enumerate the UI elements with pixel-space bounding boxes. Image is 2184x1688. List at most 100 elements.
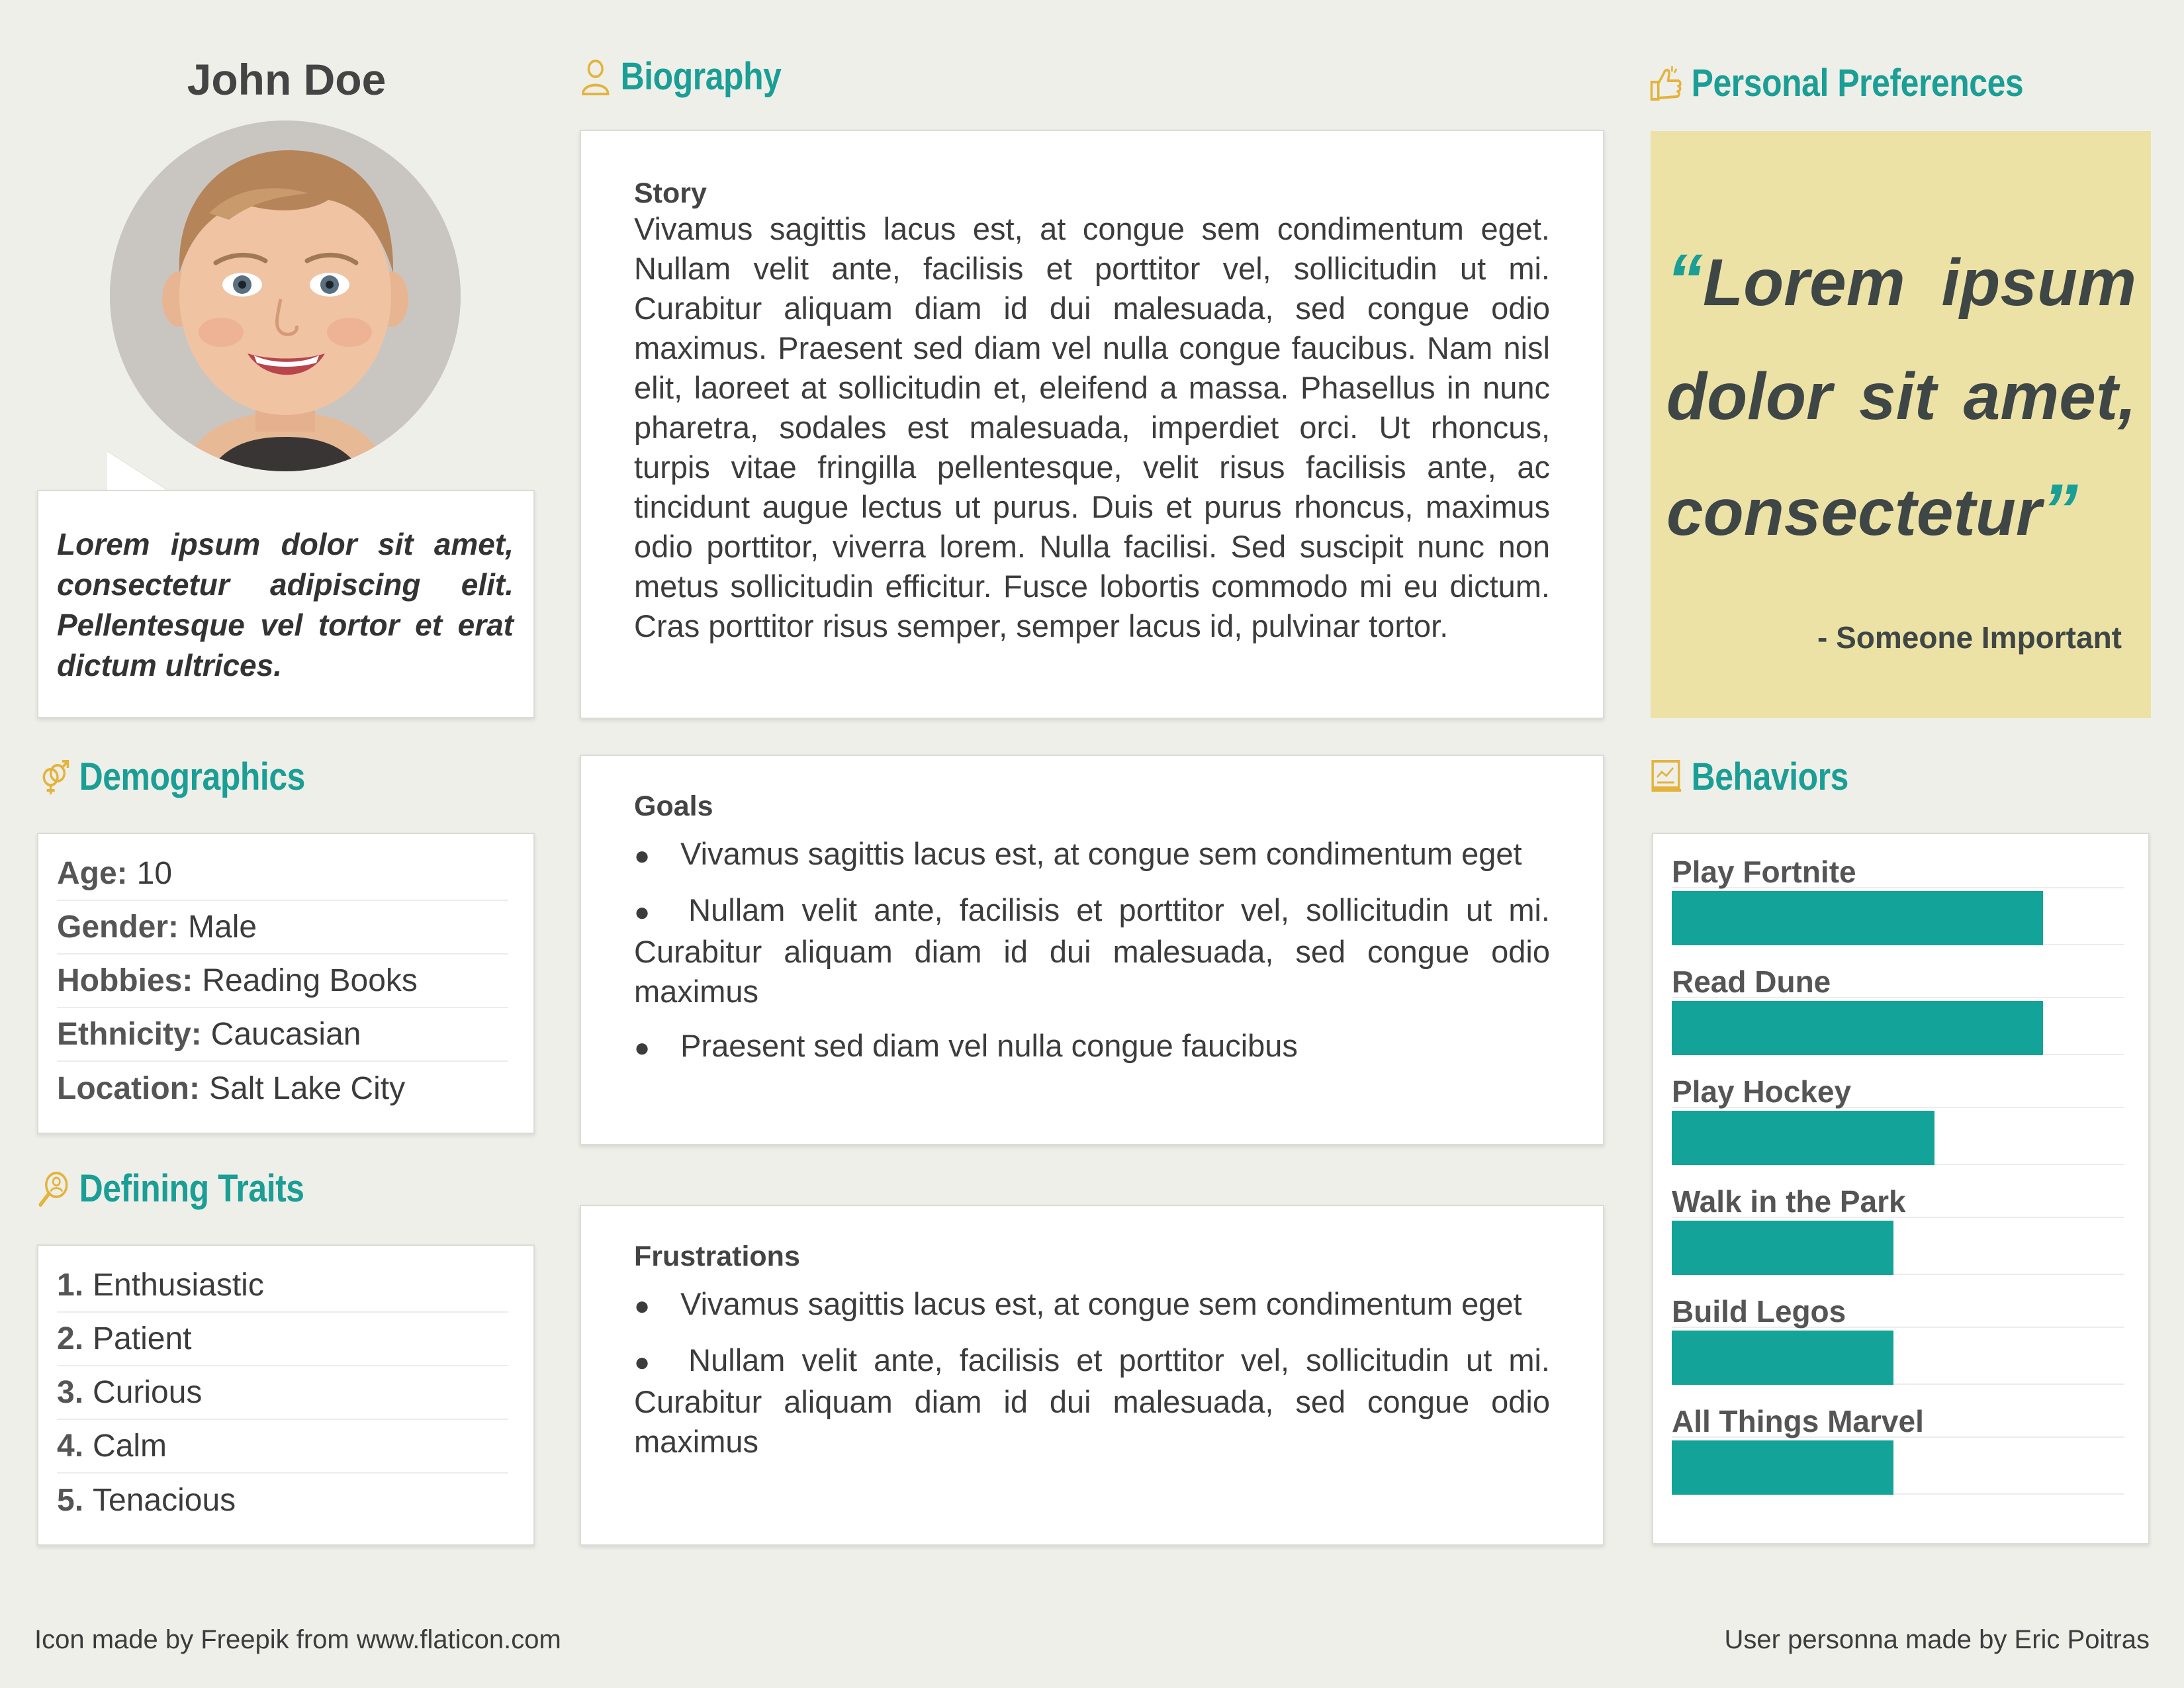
- row-key: Hobbies:: [57, 963, 193, 998]
- row-key: Age:: [57, 856, 128, 891]
- bullet-dot: ●: [634, 898, 659, 927]
- behavior-bar: [1672, 1001, 2043, 1055]
- demographics-card: Age: 10 Gender: Male Hobbies: Reading Books…: [37, 833, 535, 1134]
- behavior-item: Play Hockey: [1672, 1074, 2124, 1184]
- traits-card: 1. Enthusiastic 2. Patient 3. Curious 4. Cal…: [37, 1244, 535, 1546]
- persona-tagline: Lorem ipsum dolor sit amet, consectetur …: [57, 527, 514, 682]
- footer-credit-author: User personna made by Eric Poitras: [1724, 1625, 2150, 1654]
- biography-title: Biography: [620, 55, 782, 98]
- goal-text: Praesent sed diam vel nulla congue fauci…: [680, 1028, 1298, 1063]
- row-key: Gender:: [57, 910, 179, 945]
- story-card: Story Vivamus sagittis lacus est, at con…: [580, 130, 1604, 719]
- trait-number: 5.: [57, 1483, 84, 1518]
- behavior-label: Play Fortnite: [1672, 854, 2124, 889]
- goals-list: ● Vivamus sagittis lacus est, at congue s…: [634, 834, 1550, 1082]
- row-key: Location:: [57, 1071, 200, 1106]
- goal-item: ● Vivamus sagittis lacus est, at congue s…: [634, 834, 1550, 876]
- persona-tagline-bubble: Lorem ipsum dolor sit amet, consectetur …: [37, 490, 535, 718]
- thumbs-up-icon: [1650, 66, 1682, 101]
- user-icon: [582, 59, 610, 95]
- trait-value: Tenacious: [93, 1483, 236, 1518]
- trait-number: 3.: [57, 1375, 84, 1410]
- preferences-heading: Personal Preferences: [1649, 61, 2024, 105]
- behavior-bar: [1672, 891, 2043, 945]
- trait-value: Calm: [93, 1429, 167, 1464]
- behavior-item: Walk in the Park: [1672, 1184, 2124, 1293]
- behavior-bar: [1672, 1221, 1894, 1275]
- behavior-track: [1672, 891, 2124, 945]
- goals-card: Goals ● Vivamus sagittis lacus est, at co…: [580, 755, 1604, 1145]
- behavior-label: Play Hockey: [1672, 1074, 2124, 1109]
- frustrations-list: ● Vivamus sagittis lacus est, at congue s…: [634, 1284, 1550, 1476]
- trait-item: 1. Enthusiastic: [57, 1259, 508, 1313]
- frustrations-card: Frustrations ● Vivamus sagittis lacus est…: [580, 1205, 1604, 1546]
- behaviors-heading: Behaviors: [1649, 755, 1848, 799]
- behavior-bar: [1672, 1111, 1934, 1165]
- frustration-text: Vivamus sagittis lacus est, at congue se…: [680, 1286, 1522, 1321]
- bullet-dot: ●: [634, 1291, 651, 1321]
- avatar: [110, 120, 461, 471]
- trait-value: Enthusiastic: [93, 1268, 264, 1303]
- goal-text: Nullam velit ante, facilisis et porttito…: [634, 892, 1550, 1009]
- open-quote-mark: “: [1666, 240, 1703, 321]
- gender-icon: [42, 759, 69, 794]
- behavior-bar: [1672, 1331, 1894, 1385]
- bullet-dot: ●: [634, 1348, 659, 1377]
- story-text: Vivamus sagittis lacus est, at congue se…: [634, 211, 1550, 643]
- frustration-item: ● Nullam velit ante, facilisis et porttit…: [634, 1340, 1550, 1462]
- behavior-item: Read Dune: [1672, 964, 2124, 1074]
- behavior-item: Build Legos: [1672, 1293, 2124, 1403]
- behavior-track: [1672, 1331, 2124, 1385]
- behavior-track: [1672, 1221, 2124, 1275]
- behavior-track: [1672, 1111, 2124, 1165]
- behavior-label: Build Legos: [1672, 1293, 2124, 1329]
- row-value: Salt Lake City: [208, 1071, 406, 1106]
- row-value: 10: [136, 856, 173, 891]
- behaviors-title: Behaviors: [1691, 755, 1849, 798]
- frustration-text: Nullam velit ante, facilisis et porttito…: [634, 1342, 1550, 1459]
- behavior-label: Read Dune: [1672, 964, 2124, 999]
- quote-box: “Lorem ipsum dolor sit amet, consectetur…: [1651, 131, 2151, 718]
- trait-item: 5. Tenacious: [57, 1474, 508, 1527]
- demographics-row-location: Location: Salt Lake City: [57, 1062, 508, 1115]
- behavior-item: Play Fortnite: [1672, 854, 2124, 964]
- demographics-row-hobbies: Hobbies: Reading Books: [57, 955, 508, 1008]
- bullet-dot: ●: [634, 1033, 651, 1062]
- magnifier-user-icon: [38, 1171, 68, 1207]
- behaviors-card: Play Fortnite Read Dune Play Hockey Walk…: [1652, 833, 2150, 1544]
- persona-name: John Doe: [187, 55, 387, 104]
- goal-item: ● Praesent sed diam vel nulla congue fauc…: [634, 1026, 1550, 1068]
- goals-label: Goals: [634, 790, 713, 822]
- goal-text: Vivamus sagittis lacus est, at congue se…: [680, 836, 1522, 871]
- row-value: Male: [188, 910, 257, 945]
- quote-text: “Lorem ipsum dolor sit amet, consectetur…: [1666, 224, 2136, 569]
- speech-bubble-tail: [107, 451, 171, 492]
- trait-item: 3. Curious: [57, 1366, 508, 1420]
- behavior-item: All Things Marvel: [1672, 1403, 2124, 1513]
- chart-board-icon: [1651, 759, 1682, 792]
- demographics-heading: Demographics: [37, 755, 305, 799]
- behavior-track: [1672, 1440, 2124, 1495]
- row-key: Ethnicity:: [57, 1017, 202, 1052]
- row-value: Caucasian: [210, 1017, 361, 1052]
- frustration-item: ● Vivamus sagittis lacus est, at congue s…: [634, 1284, 1550, 1326]
- behavior-bar: [1672, 1440, 1894, 1495]
- story-label: Story: [634, 177, 707, 209]
- bullet-dot: ●: [634, 841, 651, 870]
- trait-value: Patient: [93, 1321, 192, 1356]
- behavior-track: [1672, 1001, 2124, 1055]
- quote-author: - Someone Important: [1817, 620, 2122, 655]
- footer-credit-icons: Icon made by Freepik from www.flaticon.c…: [34, 1625, 561, 1654]
- trait-number: 2.: [57, 1321, 84, 1356]
- trait-item: 4. Calm: [57, 1420, 508, 1474]
- trait-item: 2. Patient: [57, 1313, 508, 1366]
- biography-heading: Biography: [578, 54, 782, 99]
- trait-number: 1.: [57, 1268, 84, 1303]
- frustrations-label: Frustrations: [634, 1241, 800, 1272]
- preferences-title: Personal Preferences: [1691, 62, 2024, 105]
- trait-number: 4.: [57, 1429, 84, 1464]
- demographics-row-age: Age: 10: [57, 847, 508, 901]
- behavior-label: All Things Marvel: [1672, 1403, 2124, 1438]
- traits-heading: Defining Traits: [37, 1166, 304, 1211]
- demographics-row-ethnicity: Ethnicity: Caucasian: [57, 1008, 508, 1062]
